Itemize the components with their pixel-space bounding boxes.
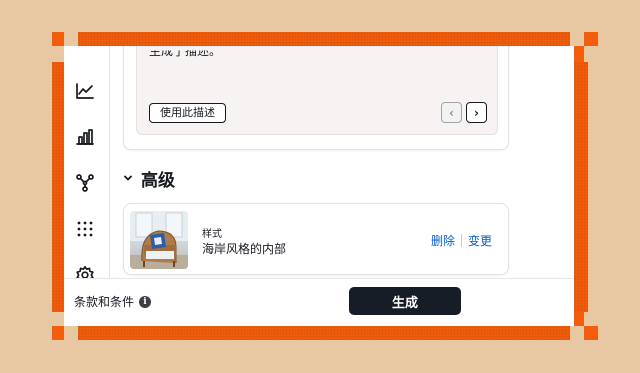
frame-corner-bl [52,326,64,340]
chevron-down-icon [123,172,133,186]
frame-corner-tr [584,32,598,46]
style-label: 样式 [202,229,222,240]
terms-label: 条款和条件 [74,295,135,309]
advanced-title: 高级 [141,171,175,191]
terms-and-conditions[interactable]: 条款和条件 i [74,293,152,310]
style-card: 样式 海岸风格的内部 删除 变更 [123,203,509,275]
use-description-button[interactable]: 使用此描述 [149,103,226,123]
frame-texture-top [78,32,570,46]
network-icon[interactable] [74,172,96,194]
grid-dots-icon[interactable] [74,218,96,240]
frame-texture-right [574,62,588,312]
info-icon[interactable]: i [139,295,152,308]
frame-corner-tl [52,32,64,46]
generate-button[interactable]: 生成 [349,287,461,315]
next-button[interactable]: › [466,102,487,123]
style-value: 海岸风格的内部 [202,242,287,256]
line-chart-icon[interactable] [74,80,96,102]
description-pager: ‹ › [441,102,487,123]
advanced-section-toggle[interactable]: 高级 [123,166,175,191]
style-thumbnail [130,211,188,269]
description-card: 生成了描述。 使用此描述 ‹ › [123,46,509,150]
footer-bar: 条款和条件 i 生成 [64,278,574,326]
actions-divider [460,234,462,247]
previous-button[interactable]: ‹ [441,102,462,123]
style-actions: 删除 变更 [431,232,492,249]
frame-texture-left [52,62,64,312]
change-link[interactable]: 变更 [468,232,492,249]
delete-link[interactable]: 删除 [431,232,455,249]
description-text: 生成了描述。 [149,46,222,59]
frame-texture-bottom [78,326,570,340]
app-window: 生成了描述。 使用此描述 ‹ › 高级 样式 海岸风格的内部 删除 变更 条款和… [64,46,574,326]
frame-corner-br [584,326,598,340]
bar-chart-icon[interactable] [74,126,96,148]
description-panel: 生成了描述。 使用此描述 ‹ › [136,46,498,135]
